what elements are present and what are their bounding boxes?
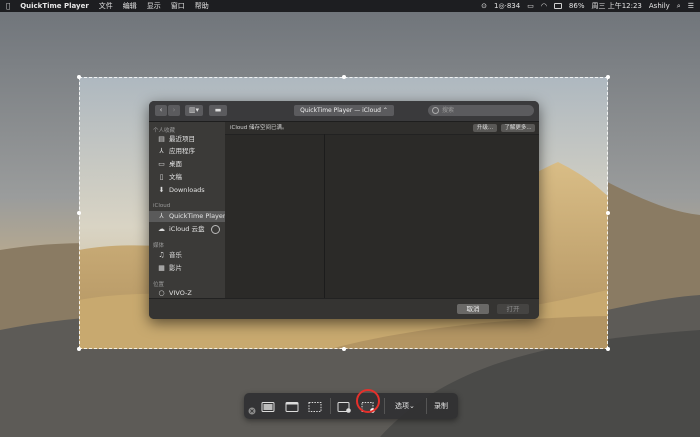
- toolbar-separator: [426, 398, 427, 414]
- sidebar-item-music[interactable]: ♫ 音乐: [149, 250, 225, 261]
- menu-bar:  QuickTime Player 文件 编辑 显示 窗口 帮助 ⊙ 1◎·8…: [0, 0, 700, 12]
- sidebar-item-label: 桌面: [169, 160, 182, 168]
- columns-view-icon: ▥▾: [188, 106, 200, 114]
- view-mode-button[interactable]: ▥▾: [185, 105, 203, 116]
- apple-icon[interactable]: : [6, 0, 10, 12]
- toolbar-separator: [330, 398, 331, 414]
- sidebar-item-label: VIVO-Z: [169, 289, 192, 297]
- sidebar-item-documents[interactable]: ▯ 文稿: [149, 172, 225, 183]
- sidebar-item-recents[interactable]: ▤ 最近项目: [149, 134, 225, 145]
- sidebar-item-label: 文稿: [169, 173, 182, 181]
- selection-handle-br[interactable]: [606, 347, 610, 351]
- list-icon[interactable]: ☰: [688, 0, 694, 12]
- cloud-icon: ☁: [158, 225, 165, 233]
- sidebar-item-label: QuickTime Player: [169, 212, 225, 220]
- menu-help[interactable]: 帮助: [195, 0, 209, 12]
- menu-view[interactable]: 显示: [147, 0, 161, 12]
- quicktime-icon: ⅄: [159, 212, 164, 220]
- menu-file[interactable]: 文件: [99, 0, 113, 12]
- options-button[interactable]: 选项⌄: [395, 393, 415, 419]
- battery-percent: 86%: [568, 2, 585, 10]
- browser-column-2[interactable]: [325, 134, 539, 298]
- dialog-toolbar: ‹ › ▥▾ ▬ QuickTime Player — iCloud ⌃ 搜索: [149, 101, 539, 122]
- path-popup-label: QuickTime Player — iCloud: [300, 107, 381, 114]
- search-field[interactable]: 搜索: [428, 105, 534, 116]
- sidebar-item-quicktime[interactable]: ⅄ QuickTime Player: [149, 211, 225, 222]
- sidebar-item-icloud-drive[interactable]: ☁ iCloud 云盘: [149, 224, 225, 235]
- wifi-icon[interactable]: ◠: [541, 0, 547, 12]
- user-name[interactable]: Ashily: [649, 0, 670, 12]
- dialog-button-bar: 取消 打开: [149, 298, 539, 319]
- sync-progress-icon: [211, 225, 220, 234]
- menu-edit[interactable]: 编辑: [123, 0, 137, 12]
- menu-window[interactable]: 窗口: [171, 0, 185, 12]
- search-placeholder: 搜索: [442, 107, 455, 114]
- forward-button[interactable]: ›: [168, 105, 180, 116]
- toolbar-separator: [384, 398, 385, 414]
- status-text[interactable]: 1◎·834: [494, 0, 520, 12]
- sidebar-section-icloud: iCloud: [153, 203, 171, 209]
- new-folder-button[interactable]: ▬: [209, 105, 227, 116]
- upgrade-button[interactable]: 升级...: [473, 124, 497, 132]
- options-label: 选项: [395, 402, 409, 410]
- battery-icon[interactable]: [553, 3, 562, 9]
- documents-icon: ▯: [159, 173, 164, 181]
- desktop-icon: ▭: [158, 160, 165, 168]
- downloads-icon: ⬇: [158, 186, 165, 194]
- chevron-down-icon: ⌄: [409, 402, 415, 410]
- dialog-sidebar: 个人收藏 ▤ 最近项目 ⅄ 应用程序 ▭ 桌面 ▯ 文稿 ⬇ Downloads iClo…: [149, 122, 225, 298]
- sidebar-section-favorites: 个人收藏: [153, 128, 176, 134]
- disk-icon: ○: [158, 289, 165, 297]
- search-icon: [432, 107, 439, 114]
- path-popup[interactable]: QuickTime Player — iCloud ⌃: [294, 105, 394, 116]
- record-button[interactable]: 录制: [434, 393, 448, 419]
- sidebar-item-applications[interactable]: ⅄ 应用程序: [149, 146, 225, 157]
- sidebar-item-desktop[interactable]: ▭ 桌面: [149, 159, 225, 170]
- selection-handle-right[interactable]: [606, 211, 610, 215]
- sidebar-item-label: Downloads: [169, 186, 205, 194]
- back-button[interactable]: ‹: [155, 105, 167, 116]
- capture-selection-icon[interactable]: [308, 399, 322, 413]
- selection-handle-tl[interactable]: [77, 75, 81, 79]
- folder-icon: ▬: [214, 106, 222, 114]
- close-icon[interactable]: [247, 401, 257, 415]
- applications-icon: ⅄: [159, 147, 164, 155]
- app-menu[interactable]: QuickTime Player: [20, 0, 89, 12]
- search-icon[interactable]: ⌕: [677, 0, 681, 12]
- sidebar-section-media: 媒体: [153, 243, 165, 249]
- open-file-dialog: ‹ › ▥▾ ▬ QuickTime Player — iCloud ⌃ 搜索 …: [149, 101, 539, 319]
- datetime[interactable]: 周三 上午12:23: [591, 0, 641, 12]
- sidebar-item-label: iCloud 云盘: [169, 225, 205, 233]
- sidebar-item-label: 影片: [169, 264, 182, 272]
- selection-handle-top[interactable]: [342, 75, 346, 79]
- highlight-ring: [356, 389, 380, 413]
- music-icon: ♫: [158, 251, 165, 259]
- airplay-icon[interactable]: ▭: [527, 0, 534, 12]
- sidebar-section-locations: 位置: [153, 282, 165, 288]
- open-button[interactable]: 打开: [497, 304, 529, 314]
- banner-text: iCloud 储存空间已满。: [230, 125, 288, 131]
- selection-handle-bl[interactable]: [77, 347, 81, 351]
- movies-icon: ▦: [158, 264, 165, 272]
- cancel-button[interactable]: 取消: [457, 304, 489, 314]
- record-entire-screen-icon[interactable]: [337, 399, 351, 413]
- recents-icon: ▤: [158, 135, 165, 143]
- sidebar-item-label: 应用程序: [169, 147, 195, 155]
- selection-handle-left[interactable]: [77, 211, 81, 215]
- selection-handle-tr[interactable]: [606, 75, 610, 79]
- browser-column-1[interactable]: [225, 134, 325, 298]
- learn-more-button[interactable]: 了解更多...: [501, 124, 535, 132]
- selection-handle-bottom[interactable]: [342, 347, 346, 351]
- sidebar-item-movies[interactable]: ▦ 影片: [149, 263, 225, 274]
- sidebar-item-label: 音乐: [169, 251, 182, 259]
- sidebar-item-downloads[interactable]: ⬇ Downloads: [149, 185, 225, 196]
- screen-record-icon[interactable]: ⊙: [481, 0, 487, 12]
- capture-window-icon[interactable]: [285, 399, 299, 413]
- sidebar-item-label: 最近项目: [169, 135, 195, 143]
- capture-entire-screen-icon[interactable]: [261, 399, 275, 413]
- screenshot-toolbar: 选项⌄ 录制: [244, 393, 458, 419]
